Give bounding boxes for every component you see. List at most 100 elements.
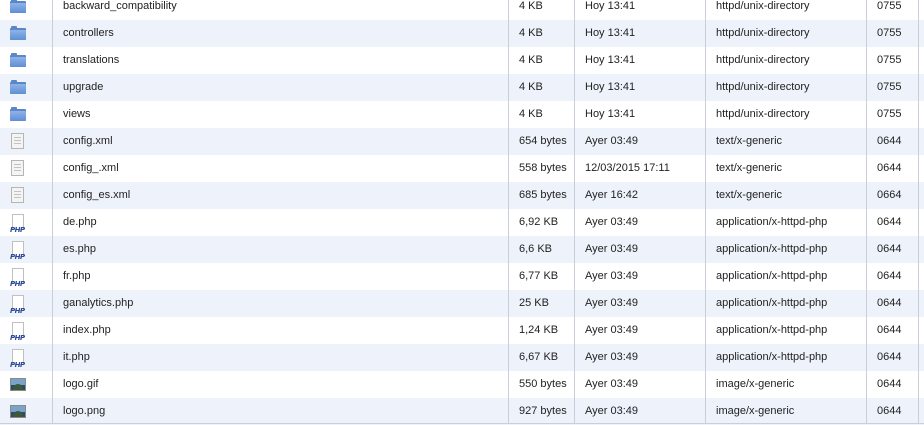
file-icon-cell bbox=[0, 155, 52, 182]
file-icon-cell: PHP bbox=[0, 236, 52, 263]
file-type: image/x-generic bbox=[716, 405, 795, 417]
file-date: 12/03/2015 17:11 bbox=[585, 162, 670, 174]
file-name[interactable]: ganalytics.php bbox=[63, 290, 503, 317]
file-type: application/x-httpd-php bbox=[716, 243, 828, 255]
file-name[interactable]: upgrade bbox=[63, 74, 503, 101]
file-icon-cell bbox=[0, 371, 52, 398]
file-permissions: 0755 bbox=[877, 108, 902, 120]
file-name[interactable]: de.php bbox=[63, 209, 503, 236]
column-divider bbox=[866, 0, 867, 424]
php-file-icon: PHP bbox=[10, 349, 26, 369]
file-name[interactable]: views bbox=[63, 101, 503, 128]
file-size: 4 KB bbox=[519, 54, 543, 66]
file-type: text/x-generic bbox=[716, 135, 783, 147]
table-row[interactable]: logo.png 927 bytes Ayer 03:49 image/x-gener… bbox=[0, 398, 924, 425]
column-divider bbox=[574, 0, 575, 424]
file-type: httpd/unix-directory bbox=[716, 54, 810, 66]
folder-icon bbox=[10, 80, 26, 94]
file-permissions: 0644 bbox=[877, 243, 902, 255]
file-permissions: 0644 bbox=[877, 162, 902, 174]
folder-icon bbox=[10, 26, 26, 40]
file-type: httpd/unix-directory bbox=[716, 27, 810, 39]
table-row[interactable]: config.xml 654 bytes Ayer 03:49 text/x-gene… bbox=[0, 128, 924, 155]
file-type: application/x-httpd-php bbox=[716, 351, 828, 363]
table-row[interactable]: PHP ganalytics.php 25 KB Ayer 03:49 applicat… bbox=[0, 290, 924, 317]
file-icon-cell bbox=[0, 74, 52, 101]
table-row[interactable]: config_.xml 558 bytes 12/03/2015 17:11 text… bbox=[0, 155, 924, 182]
file-size: 6,92 KB bbox=[519, 216, 559, 228]
file-size: 6,77 KB bbox=[519, 270, 559, 282]
file-name[interactable]: logo.gif bbox=[63, 371, 503, 398]
column-divider bbox=[705, 0, 706, 424]
table-row[interactable]: controllers 4 KB Hoy 13:41 httpd/unix-direc… bbox=[0, 20, 924, 47]
file-size: 1,24 KB bbox=[519, 324, 559, 336]
file-date: Hoy 13:41 bbox=[585, 54, 636, 66]
table-row[interactable]: views 4 KB Hoy 13:41 httpd/unix-directory 07… bbox=[0, 101, 924, 128]
file-name[interactable]: translations bbox=[63, 47, 503, 74]
file-icon-cell bbox=[0, 47, 52, 74]
file-permissions: 0755 bbox=[877, 0, 902, 12]
file-list: backward_compatibility 4 KB Hoy 13:41 httpd… bbox=[0, 0, 924, 425]
file-name[interactable]: backward_compatibility bbox=[63, 0, 503, 20]
file-icon-cell bbox=[0, 20, 52, 47]
file-type: application/x-httpd-php bbox=[716, 297, 828, 309]
file-icon-cell: PHP bbox=[0, 209, 52, 236]
table-row[interactable]: PHP fr.php 6,77 KB Ayer 03:49 application/x-… bbox=[0, 263, 924, 290]
table-row[interactable]: PHP index.php 1,24 KB Ayer 03:49 application… bbox=[0, 317, 924, 344]
file-permissions: 0644 bbox=[877, 270, 902, 282]
file-permissions: 0644 bbox=[877, 135, 902, 147]
file-date: Ayer 03:49 bbox=[585, 297, 639, 309]
file-name[interactable]: logo.png bbox=[63, 398, 503, 425]
file-name[interactable]: it.php bbox=[63, 344, 503, 371]
php-icon-label: PHP bbox=[10, 253, 25, 261]
php-file-icon: PHP bbox=[10, 295, 26, 315]
file-name[interactable]: es.php bbox=[63, 236, 503, 263]
generic-file-icon bbox=[11, 187, 24, 203]
file-name[interactable]: config.xml bbox=[63, 128, 503, 155]
table-row[interactable]: config_es.xml 685 bytes Ayer 16:42 text/x-g… bbox=[0, 182, 924, 209]
file-icon-cell bbox=[0, 182, 52, 209]
php-icon-label: PHP bbox=[10, 307, 25, 315]
table-row[interactable]: PHP it.php 6,67 KB Ayer 03:49 application/x-… bbox=[0, 344, 924, 371]
php-file-icon: PHP bbox=[10, 322, 26, 342]
file-size: 25 KB bbox=[519, 297, 549, 309]
column-divider bbox=[508, 0, 509, 424]
php-file-icon: PHP bbox=[10, 214, 26, 234]
file-size: 6,6 KB bbox=[519, 243, 553, 255]
table-row[interactable]: logo.gif 550 bytes Ayer 03:49 image/x-gener… bbox=[0, 371, 924, 398]
table-row[interactable]: PHP de.php 6,92 KB Ayer 03:49 application/x-… bbox=[0, 209, 924, 236]
table-row[interactable]: PHP es.php 6,6 KB Ayer 03:49 application/x-h… bbox=[0, 236, 924, 263]
file-name[interactable]: config_es.xml bbox=[63, 182, 503, 209]
file-size: 4 KB bbox=[519, 27, 543, 39]
file-name[interactable]: config_.xml bbox=[63, 155, 503, 182]
file-name[interactable]: controllers bbox=[63, 20, 503, 47]
file-permissions: 0644 bbox=[877, 378, 902, 390]
php-file-icon: PHP bbox=[10, 268, 26, 288]
file-type: application/x-httpd-php bbox=[716, 216, 828, 228]
file-permissions: 0755 bbox=[877, 27, 902, 39]
php-file-icon: PHP bbox=[10, 241, 26, 261]
file-type: httpd/unix-directory bbox=[716, 81, 810, 93]
column-divider bbox=[52, 0, 53, 424]
table-row[interactable]: upgrade 4 KB Hoy 13:41 httpd/unix-directory… bbox=[0, 74, 924, 101]
file-name[interactable]: fr.php bbox=[63, 263, 503, 290]
file-date: Ayer 03:49 bbox=[585, 378, 639, 390]
file-permissions: 0644 bbox=[877, 351, 902, 363]
file-date: Ayer 03:49 bbox=[585, 243, 639, 255]
file-size: 6,67 KB bbox=[519, 351, 559, 363]
folder-icon bbox=[10, 107, 26, 121]
file-icon-cell: PHP bbox=[0, 317, 52, 344]
file-name[interactable]: index.php bbox=[63, 317, 503, 344]
table-row[interactable]: translations 4 KB Hoy 13:41 httpd/unix-dire… bbox=[0, 47, 924, 74]
file-size: 685 bytes bbox=[519, 189, 567, 201]
file-date: Hoy 13:41 bbox=[585, 0, 636, 12]
column-divider bbox=[918, 0, 919, 424]
table-row[interactable]: backward_compatibility 4 KB Hoy 13:41 httpd… bbox=[0, 0, 924, 20]
file-size: 4 KB bbox=[519, 81, 543, 93]
file-date: Ayer 03:49 bbox=[585, 270, 639, 282]
php-icon-label: PHP bbox=[10, 280, 25, 288]
file-type: text/x-generic bbox=[716, 162, 783, 174]
file-icon-cell: PHP bbox=[0, 344, 52, 371]
file-icon-cell: PHP bbox=[0, 263, 52, 290]
generic-file-icon bbox=[11, 160, 24, 176]
